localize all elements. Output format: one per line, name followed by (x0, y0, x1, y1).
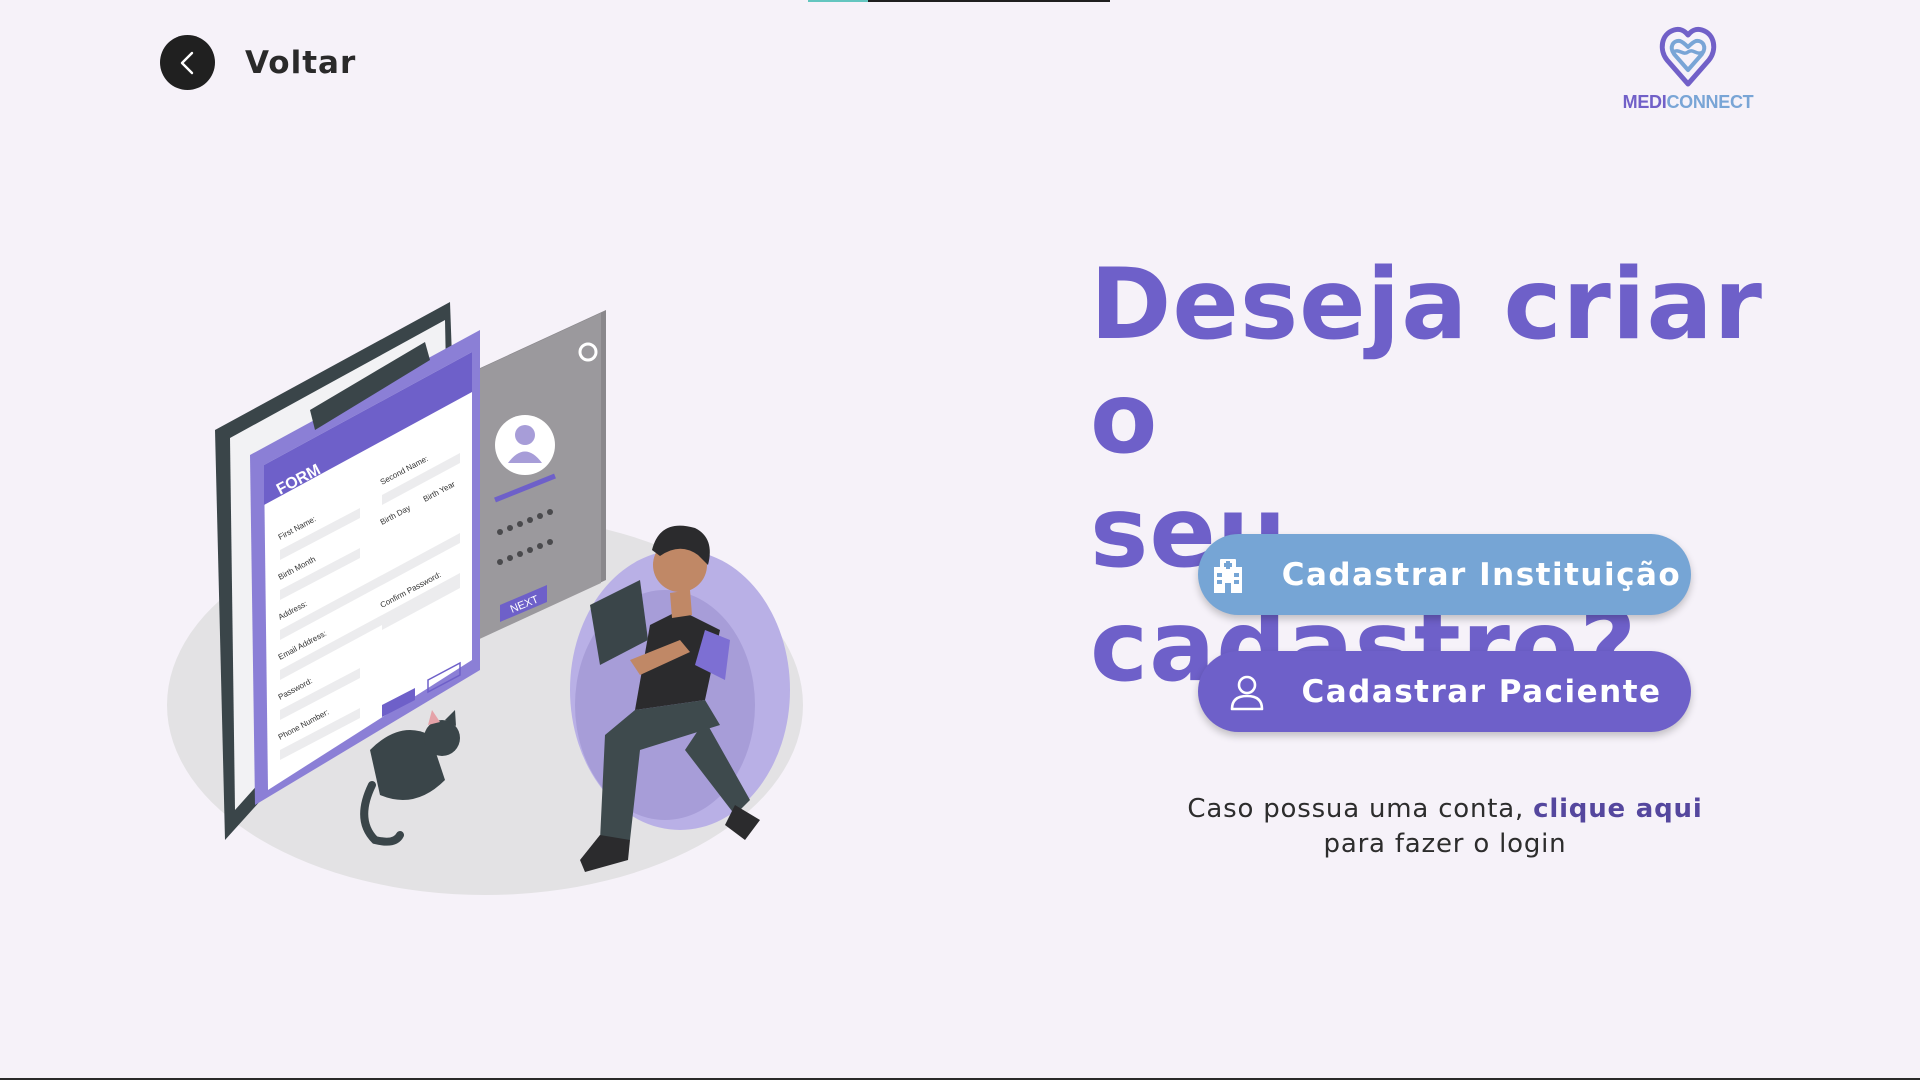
signup-illustration: NEXT FORM First Name: Second Name: Birth… (167, 302, 803, 895)
logo: MEDICONNECT (1618, 24, 1758, 113)
back-label: Voltar (245, 44, 357, 81)
heart-icon (1659, 26, 1717, 87)
login-hint-suffix: para fazer o login (1323, 829, 1567, 859)
login-hint-prefix: Caso possua uma conta, (1187, 794, 1525, 824)
register-patient-label: Cadastrar Paciente (1301, 673, 1662, 710)
logo-text: MEDICONNECT (1622, 92, 1754, 112)
login-link[interactable]: clique aqui (1533, 794, 1702, 824)
back-arrow-icon (160, 35, 215, 90)
register-patient-button[interactable]: Cadastrar Paciente (1198, 651, 1691, 732)
register-institution-button[interactable]: Cadastrar Instituição (1198, 534, 1691, 615)
user-icon (1227, 672, 1267, 712)
register-institution-label: Cadastrar Instituição (1281, 556, 1682, 593)
page-title-line-1: Deseja criar o (1090, 248, 1763, 476)
hospital-icon (1208, 555, 1248, 595)
progress-bar-fill (808, 0, 869, 2)
progress-bar (808, 0, 1110, 2)
page-title: Deseja criar o seu cadastro? (1090, 248, 1810, 704)
login-hint: Caso possua uma conta, clique aqui para … (1150, 792, 1740, 862)
back-button[interactable]: Voltar (160, 35, 356, 90)
